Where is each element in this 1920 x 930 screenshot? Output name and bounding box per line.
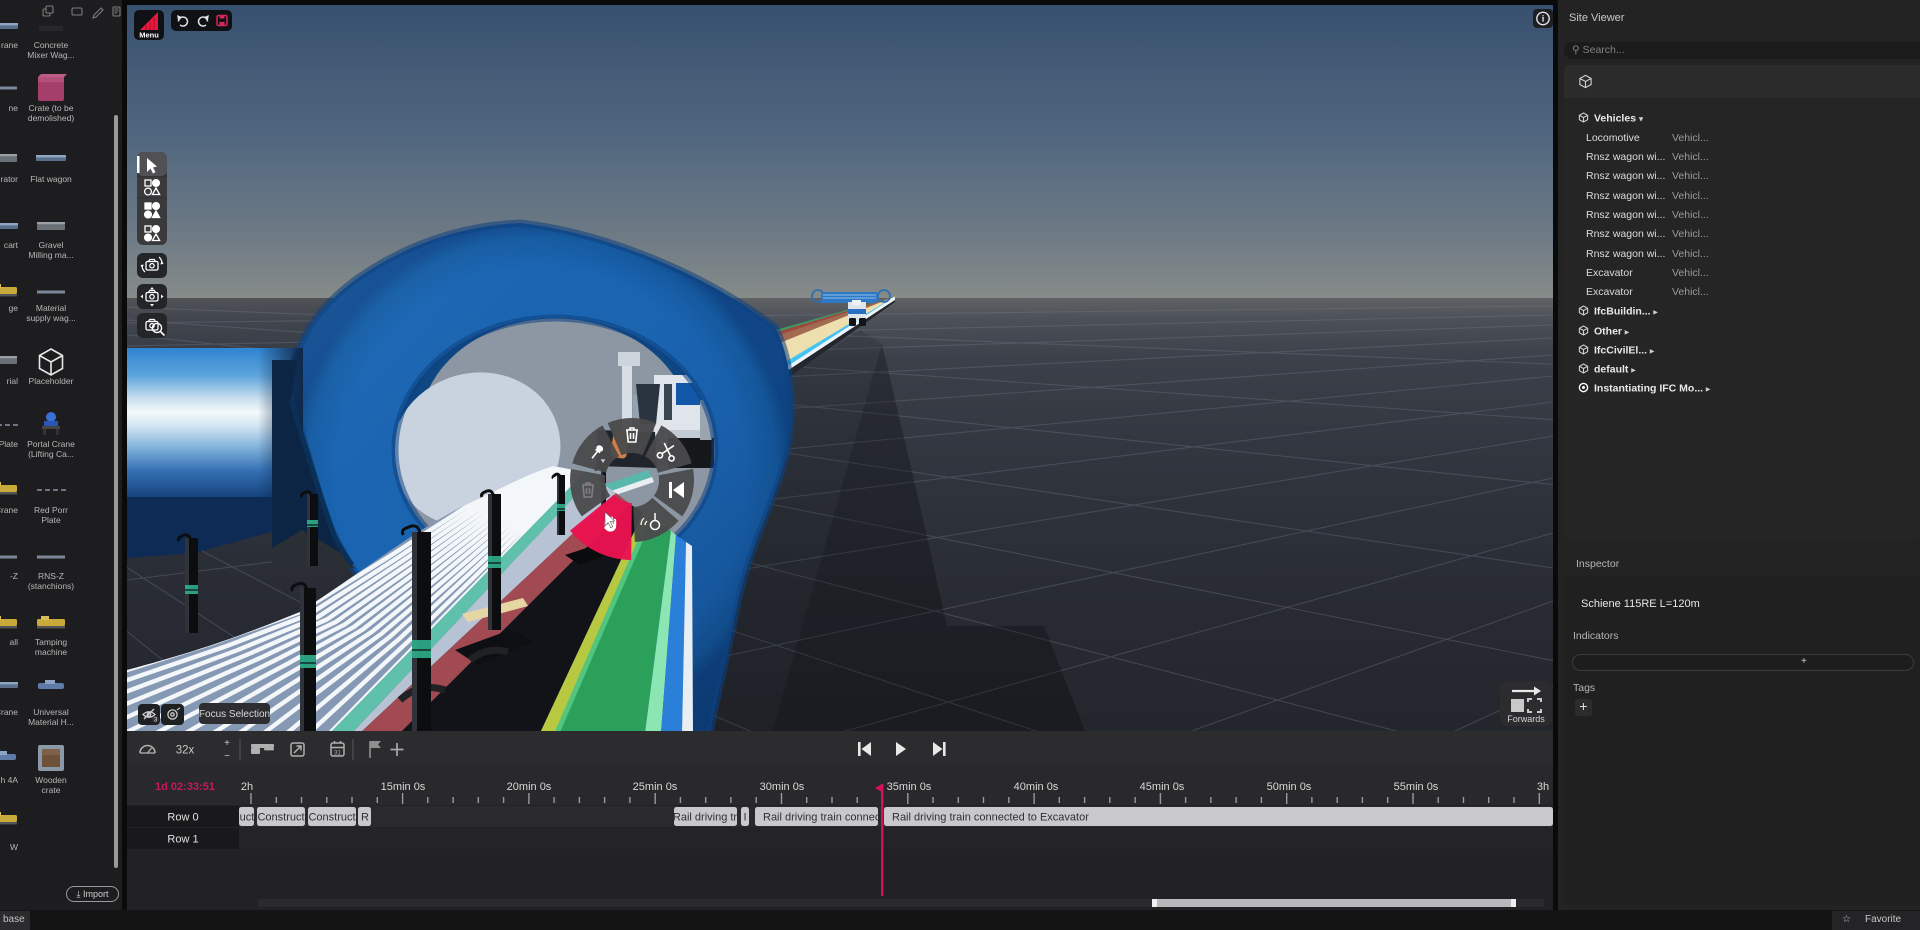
svg-text:2h: 2h [241,781,253,793]
svg-text:50min 0s: 50min 0s [1267,781,1312,793]
svg-text:Construct: Construct [308,812,355,824]
svg-text:20min 0s: 20min 0s [507,781,552,793]
svg-text:15min 0s: 15min 0s [381,781,426,793]
svg-text:3h: 3h [1537,781,1549,793]
svg-text:−: − [224,751,230,762]
svg-text:+: + [224,738,230,749]
svg-text:Construct: Construct [257,812,304,824]
svg-text:25min 0s: 25min 0s [633,781,678,793]
svg-text:3: 3 [154,717,158,724]
svg-text:Row 1: Row 1 [167,834,198,846]
svg-text:1d 02:33:51: 1d 02:33:51 [155,781,215,793]
svg-text:35min 0s: 35min 0s [887,781,932,793]
svg-text:40min 0s: 40min 0s [1014,781,1059,793]
svg-text:31: 31 [334,751,341,757]
svg-text:Rail driving train connected t: Rail driving train connected to Excavato… [892,812,1089,824]
svg-text:Rail driving tr: Rail driving tr [673,812,738,824]
svg-text:uct: uct [240,812,255,824]
svg-text:Focus Selection: Focus Selection [199,709,270,720]
svg-text:Menu: Menu [139,31,159,40]
svg-text:Forwards: Forwards [1507,714,1545,724]
svg-text:I: I [743,812,746,824]
svg-text:32x: 32x [176,745,195,757]
svg-text:30min 0s: 30min 0s [760,781,805,793]
svg-text:45min 0s: 45min 0s [1140,781,1185,793]
svg-text:55min 0s: 55min 0s [1394,781,1439,793]
svg-text:Row 0: Row 0 [167,812,198,824]
svg-text:R: R [361,812,369,824]
